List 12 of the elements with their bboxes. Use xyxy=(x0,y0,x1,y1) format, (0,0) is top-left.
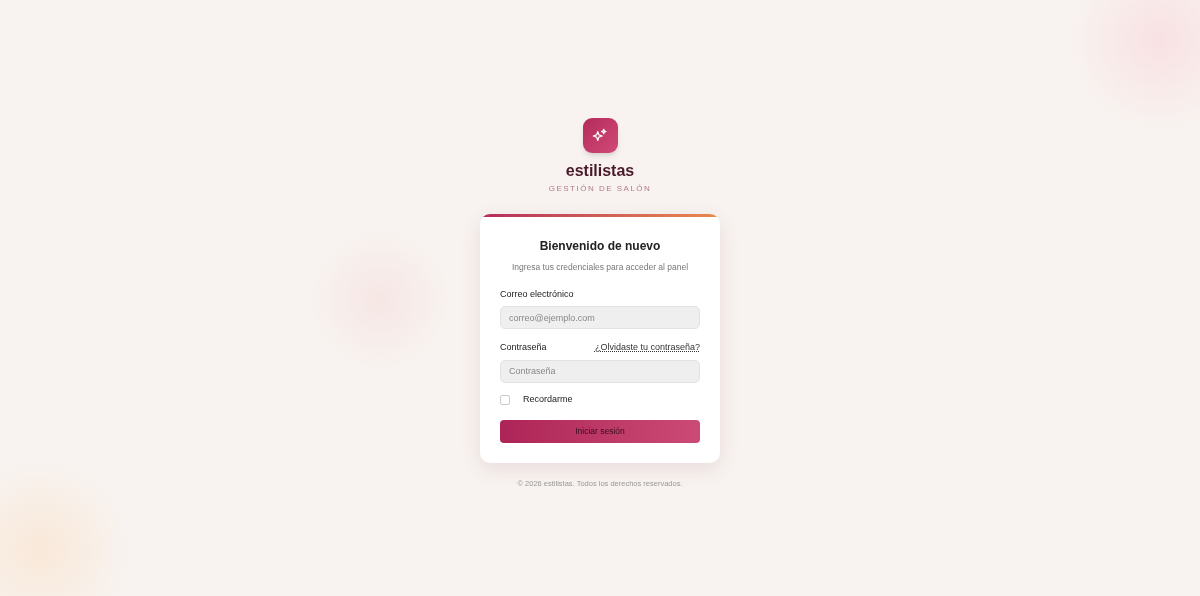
remember-checkbox[interactable] xyxy=(500,394,510,405)
card-subtitle: Ingresa tus credenciales para acceder al panel xyxy=(510,261,690,274)
brand-name: estilistas xyxy=(565,161,635,181)
card-title: Bienvenido de nuevo xyxy=(538,238,662,255)
brand-tagline: GESTIÓN DE SALÓN xyxy=(548,183,652,195)
password-field[interactable]: Contraseña xyxy=(500,359,700,383)
logo-icon xyxy=(582,118,618,153)
forgot-password-link[interactable]: ¿Olvidaste tu contraseña? xyxy=(594,341,700,355)
email-label: Correo electrónico xyxy=(500,287,575,301)
password-label: Contraseña xyxy=(500,341,547,355)
email-field[interactable]: correo@ejemplo.com xyxy=(500,306,700,330)
remember-label: Recordarme xyxy=(523,392,573,406)
